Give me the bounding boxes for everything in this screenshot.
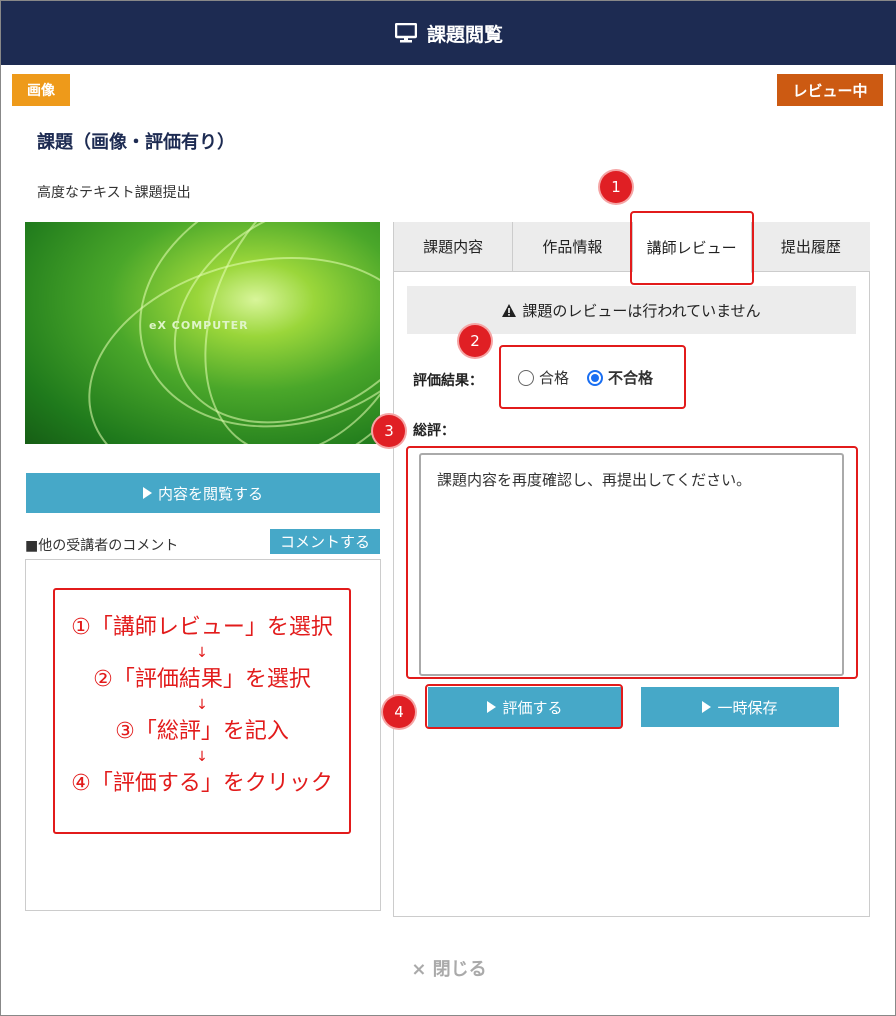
window-title: 課題閲覧: [426, 23, 503, 46]
save-draft-button[interactable]: 一時保存: [641, 687, 839, 727]
step-arrow: ↓: [196, 697, 208, 713]
type-badge: 画像: [12, 74, 70, 106]
view-content-button[interactable]: 内容を閲覧する: [26, 473, 380, 513]
save-draft-label: 一時保存: [717, 698, 778, 717]
warning-icon: [502, 303, 517, 317]
step-marker-3: 3: [373, 415, 405, 447]
highlight-box-tab: [630, 211, 754, 285]
close-link[interactable]: × 閉じる: [1, 955, 896, 981]
status-badge: レビュー中: [777, 74, 883, 106]
window-header: 課題閲覧: [1, 1, 896, 65]
assignment-title: 課題（画像・評価有り）: [37, 132, 235, 153]
play-icon: [142, 487, 152, 499]
monitor-icon: [394, 23, 417, 43]
play-icon: [702, 701, 712, 713]
comment-button[interactable]: コメントする: [270, 529, 380, 554]
step-arrow: ↓: [196, 645, 208, 661]
overall-review-label: 総評：: [413, 423, 455, 439]
step-3: ③「総評」を記入: [115, 719, 289, 744]
step-marker-1: 1: [600, 171, 632, 203]
step-2: ②「評価結果」を選択: [93, 667, 311, 692]
step-arrow: ↓: [196, 749, 208, 765]
review-notice-text: 課題のレビューは行われていません: [522, 301, 761, 320]
step-marker-2: 2: [459, 325, 491, 357]
highlight-box-evaluate: [425, 684, 623, 729]
tab-submission-history[interactable]: 提出履歴: [752, 222, 870, 271]
step-1: ①「講師レビュー」を選択: [71, 615, 333, 640]
highlight-box-review: [406, 446, 858, 679]
instruction-steps: ①「講師レビュー」を選択 ↓ ②「評価結果」を選択 ↓ ③「総評」を記入 ↓ ④…: [53, 588, 351, 834]
submission-image: eX COMPUTER: [25, 222, 380, 444]
tab-assignment-content[interactable]: 課題内容: [394, 222, 514, 271]
step-marker-4: 4: [383, 696, 415, 728]
step-4: ④「評価する」をクリック: [71, 771, 333, 796]
tab-work-info[interactable]: 作品情報: [513, 222, 633, 271]
view-content-label: 内容を閲覧する: [157, 484, 263, 503]
evaluation-result-label: 評価結果：: [413, 373, 483, 389]
comments-heading: ■他の受講者のコメント: [25, 538, 179, 554]
image-brand-text: eX COMPUTER: [149, 319, 249, 332]
assignment-subtitle: 高度なテキスト課題提出: [37, 185, 191, 201]
highlight-box-result: [499, 345, 686, 409]
